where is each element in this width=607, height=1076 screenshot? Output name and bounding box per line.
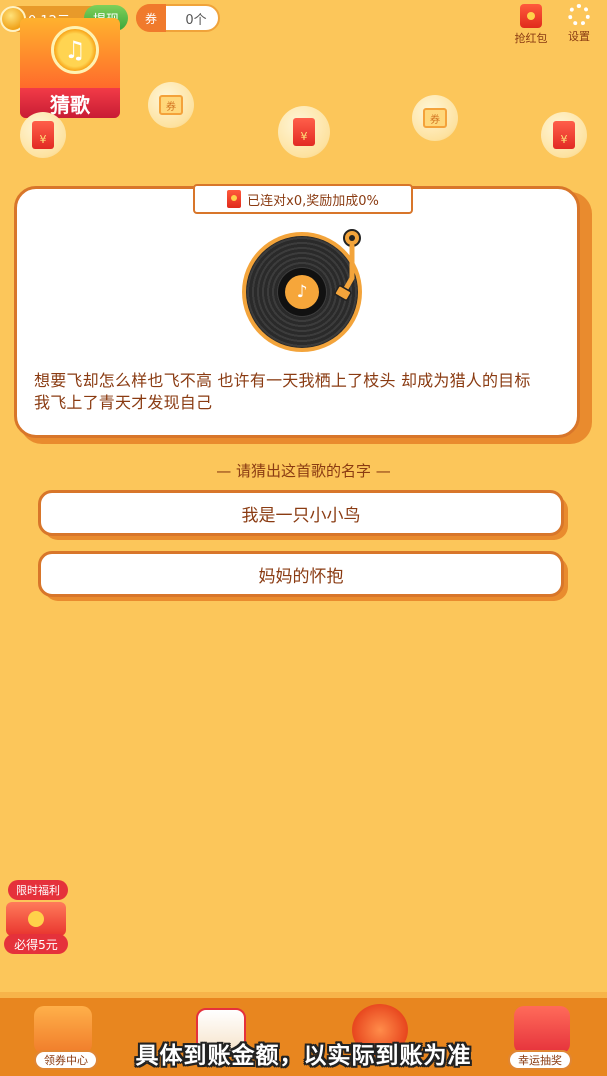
- subtitle-caption: 具体到账金额，以实际到账为准: [135, 1043, 472, 1069]
- streak-badge: 已连对x0,奖励加成0%: [193, 184, 413, 214]
- redpack-icon: [227, 190, 242, 208]
- redpack-icon: [520, 4, 542, 28]
- ticket-icon: 券: [159, 95, 183, 115]
- gear-icon: [568, 4, 590, 26]
- limited-offer-tag[interactable]: 限时福利: [8, 880, 68, 900]
- redpack-icon: ¥: [32, 121, 54, 149]
- promo-label[interactable]: 必得5元: [4, 934, 68, 954]
- answer-option-2[interactable]: 妈妈的怀抱: [38, 551, 564, 597]
- streak-text: 已连对x0,奖励加成0%: [247, 193, 379, 209]
- floating-ticket-bubble[interactable]: 券: [148, 82, 194, 128]
- floating-redpack-bubble[interactable]: ¥: [278, 106, 330, 158]
- redpack-icon: ¥: [553, 121, 575, 149]
- settings-button[interactable]: 设置: [557, 4, 601, 44]
- ticket-icon: 券: [423, 108, 447, 128]
- ticket-icon: 券: [136, 4, 166, 32]
- redpack-icon: ¥: [293, 118, 315, 146]
- floating-redpack-bubble[interactable]: ¥: [541, 112, 587, 158]
- grab-redpack-label: 抢红包: [514, 32, 548, 45]
- tonearm-icon: [334, 229, 361, 301]
- answer-option-1[interactable]: 我是一只小小鸟: [38, 490, 564, 536]
- ticket-count: 0个: [185, 13, 207, 28]
- app-logo: ♫ 猜歌: [20, 18, 120, 118]
- grab-redpack-button[interactable]: 抢红包: [509, 4, 553, 46]
- music-note-icon: ♫: [51, 26, 99, 74]
- music-note-icon: ♪: [285, 275, 319, 309]
- floating-redpack-bubble[interactable]: ¥: [20, 112, 66, 158]
- gift-box-icon[interactable]: [6, 902, 66, 936]
- lyrics-line: 我飞上了青天才发现自己: [34, 393, 213, 412]
- settings-label: 设置: [568, 30, 590, 43]
- floating-ticket-bubble[interactable]: 券: [412, 95, 458, 141]
- bottom-nav-highlight: [0, 992, 607, 998]
- question-prompt: — 请猜出这首歌的名字 —: [216, 462, 391, 480]
- lyrics-line: 想要飞却怎么样也飞不高 也许有一天我栖上了枝头 却成为猎人的目标: [34, 371, 531, 390]
- record-label: ♪: [278, 268, 326, 316]
- lyrics-text: 想要飞却怎么样也飞不高 也许有一天我栖上了枝头 却成为猎人的目标 我飞上了青天才…: [34, 370, 574, 414]
